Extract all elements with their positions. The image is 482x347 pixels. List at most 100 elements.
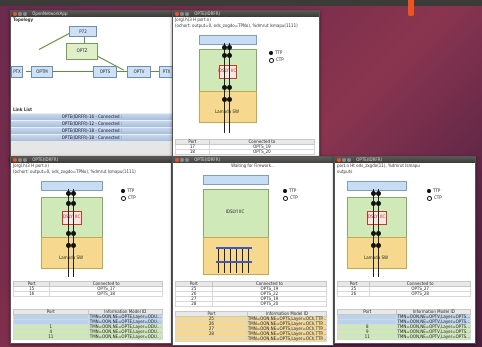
diagram-lambda-layer xyxy=(347,237,407,269)
connection-row[interactable]: OPTE(IDRFR)-18 - Connected : xyxy=(11,127,173,134)
node-left[interactable]: OPTM xyxy=(31,66,53,78)
port-window-3[interactable]: OPTE(IDRFR) Waiting for Firework... IDSL… xyxy=(172,156,334,346)
diagram-legend: TTP CTP xyxy=(283,187,298,201)
port-header-line1: Waiting for Firework... xyxy=(231,163,275,168)
diagram-odu-layer xyxy=(203,189,269,239)
minimize-icon[interactable] xyxy=(18,12,22,16)
port-point[interactable] xyxy=(71,231,76,236)
node-left-edge[interactable]: PTX xyxy=(11,66,23,78)
diagram-top-layer xyxy=(347,181,407,191)
lambda-label: Lambda SW xyxy=(59,255,83,260)
table-row[interactable]: TMN=OON,NE=OPTS,Layer=OCh,TTP... xyxy=(175,336,328,342)
port-point[interactable] xyxy=(227,85,232,90)
port-point[interactable] xyxy=(376,191,381,196)
im-table: Port Information Model ID TMN=OON,NE=OPTE… xyxy=(13,309,163,340)
table-row[interactable]: 18 OPTS_20 xyxy=(175,149,316,155)
maximize-icon[interactable] xyxy=(23,12,27,16)
window-title: OPTE(IDRFR) xyxy=(194,11,221,16)
ctp-icon xyxy=(283,195,288,201)
odu-label: IDSLYI IIC xyxy=(61,214,81,219)
diagram-lambda-layer xyxy=(41,237,103,269)
port-window-4[interactable]: OPTE(IDRFR) port.n Ht ods_zxgdo(11), %dm… xyxy=(334,156,476,344)
ctp-icon xyxy=(269,57,274,63)
close-icon[interactable] xyxy=(175,12,179,16)
connection-row[interactable]: OPTE(IDRFR)-12 - Connected : xyxy=(11,120,173,127)
channel-bar xyxy=(216,261,252,263)
minimize-icon[interactable] xyxy=(180,12,184,16)
diagram-legend: TTP CTP xyxy=(427,187,442,201)
maximize-icon[interactable] xyxy=(185,12,189,16)
port-point[interactable] xyxy=(376,231,381,236)
close-icon[interactable] xyxy=(175,158,179,162)
port-header-line2: (ochort: output=0, ods_zxgdo=TPNo), %dmr… xyxy=(13,169,136,174)
port-point[interactable] xyxy=(227,45,232,50)
diagram-legend: TTP CTP xyxy=(269,49,284,63)
topology-window[interactable]: OpenNetworkApp Topology P72 OPTZ PTX OPT… xyxy=(10,10,174,162)
node-center[interactable]: OPTZ xyxy=(66,43,98,60)
port-header-line2: (ochort: output=0, ods_zxgdo=TPNo), %dmr… xyxy=(175,23,298,28)
window-title: OPTE(IDRFR) xyxy=(356,157,383,162)
ports-table: Port Connected to 15 OPTS_17 16 OPTS_18 xyxy=(12,281,163,297)
close-icon[interactable] xyxy=(337,158,341,162)
maximize-icon[interactable] xyxy=(185,158,189,162)
port-header-line2: outputs xyxy=(337,169,353,174)
diagram-legend: TTP CTP xyxy=(121,187,136,201)
port-diagram: IDSLYI IIC xyxy=(203,175,269,277)
node-right[interactable]: OPTV xyxy=(127,66,151,78)
diagram-top-layer xyxy=(199,35,257,45)
port-window-2[interactable]: OPTE(IDRFR) Jorgl.h(3 H port.n) (ochort:… xyxy=(10,156,172,344)
table-row[interactable]: 26 OPTS_28 xyxy=(336,291,471,297)
minimize-icon[interactable] xyxy=(180,158,184,162)
window-title: OPTE(IDRFR) xyxy=(194,157,221,162)
ttp-icon xyxy=(283,189,287,193)
diagram-top-layer xyxy=(41,181,103,191)
lambda-label: Lambda SW xyxy=(215,109,239,114)
lambda-label: Lambda SW xyxy=(364,255,388,260)
im-table: Port Information Model ID 25 TMN=OON,NE=OP… xyxy=(175,311,328,342)
maximize-icon[interactable] xyxy=(23,158,27,162)
im-table: Port Information Model ID TMN=OON,NE=OPTV… xyxy=(336,309,471,340)
connection-row[interactable]: OPTE(IDRFR)-18 - Connected : xyxy=(11,134,173,141)
node-top[interactable]: P72 xyxy=(69,26,97,37)
odu-label: IDSLYI IIC xyxy=(217,68,237,73)
port-diagram: IDSLYI IIC Lambda SW xyxy=(347,181,407,281)
table-row[interactable]: 28 OPTS_20 xyxy=(175,301,328,307)
port-diagram: IDSLYI IIC Lambda SW xyxy=(199,35,257,137)
connection-row[interactable]: OPTE(IDRFR)-16 - Connected : xyxy=(11,113,173,120)
table-row[interactable]: 16 OPTS_18 xyxy=(12,291,163,297)
channel-bar xyxy=(216,247,252,249)
minimize-icon[interactable] xyxy=(18,158,22,162)
close-icon[interactable] xyxy=(13,12,17,16)
odu-label: IDSLYI IIC xyxy=(366,214,386,219)
port-point[interactable] xyxy=(71,243,76,248)
node-middle[interactable]: OPTS xyxy=(93,66,117,78)
odu-label: IDSLYI IIC xyxy=(225,209,245,214)
maximize-icon[interactable] xyxy=(347,158,351,162)
port-point[interactable] xyxy=(376,201,381,206)
window-title: OpenNetworkApp xyxy=(32,11,68,16)
ctp-icon xyxy=(121,195,126,201)
topology-canvas[interactable]: P72 OPTZ PTX OPTM OPTS OPTV PTX xyxy=(11,23,173,107)
diagram-top-layer xyxy=(203,175,269,185)
port-window-1[interactable]: OPTE(IDRFR) Jorgl.h(3 H port.n) (ochort:… xyxy=(172,10,320,162)
ports-table: Port Connected to 25 OPTS_27 26 OPTS_28 xyxy=(336,281,471,297)
ttp-icon xyxy=(121,189,125,193)
desktop-indicator xyxy=(408,0,414,16)
table-row[interactable]: 11 TMN=OON,NE=OPTV,Layer=OPTS... xyxy=(336,334,471,340)
port-point[interactable] xyxy=(71,201,76,206)
ctp-icon xyxy=(427,195,432,201)
port-diagram: IDSLYI IIC Lambda SW xyxy=(41,181,103,281)
ports-table: Port Connected to 17 OPTS_19 18 OPTS_20 xyxy=(175,139,316,155)
port-point[interactable] xyxy=(227,97,232,102)
port-point[interactable] xyxy=(71,191,76,196)
ttp-icon xyxy=(427,189,431,193)
ports-table: Port Connected to 25 OPTS_19 26 OPTS_22 27 O… xyxy=(175,281,328,307)
close-icon[interactable] xyxy=(13,158,17,162)
port-point[interactable] xyxy=(227,53,232,58)
ttp-icon xyxy=(269,51,273,55)
table-row[interactable]: 11 TMN=OON,NE=OPTE,Layer=ODU... xyxy=(13,334,163,340)
window-title: OPTE(IDRFR) xyxy=(32,157,59,162)
port-point[interactable] xyxy=(376,243,381,248)
minimize-icon[interactable] xyxy=(342,158,346,162)
diagram-lambda-layer xyxy=(199,91,257,123)
